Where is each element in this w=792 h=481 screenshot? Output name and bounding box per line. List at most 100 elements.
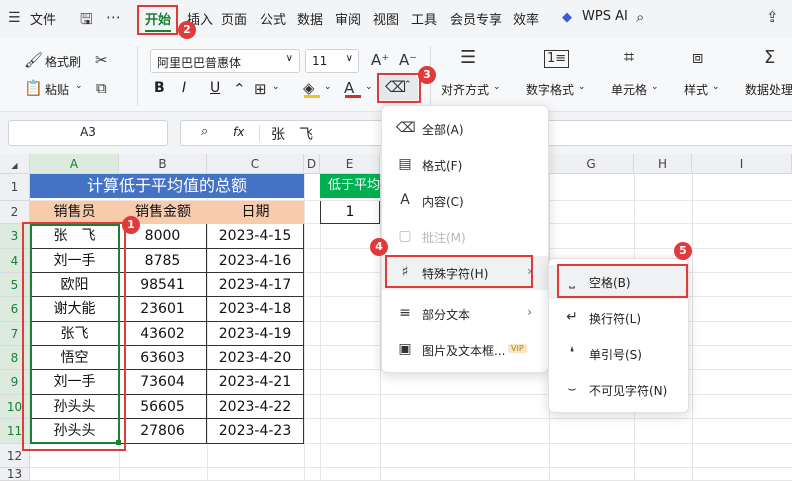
clear-all-item[interactable]: ⌫ 全部(A) xyxy=(382,112,548,146)
tab-view[interactable]: 视图 xyxy=(373,9,399,28)
image-icon: ▣ xyxy=(398,341,412,357)
cell-amount[interactable]: 43602 xyxy=(119,322,207,346)
clear-partial-text-item[interactable]: ≡ 部分文本 › xyxy=(382,297,548,331)
cell-amount[interactable]: 98541 xyxy=(119,273,207,297)
font-size-select[interactable]: 11 ∨ xyxy=(305,49,359,73)
align-button[interactable]: 对齐方式 xyxy=(441,81,489,98)
more-icon[interactable]: ⋯ xyxy=(106,9,121,25)
tab-tools[interactable]: 工具 xyxy=(411,9,437,28)
cell-amount[interactable]: 27806 xyxy=(119,419,207,444)
italic-button[interactable]: I xyxy=(182,80,186,96)
border-icon[interactable]: ⊞ xyxy=(254,81,267,97)
row-header-2[interactable]: 2 xyxy=(0,201,30,224)
column-header-d[interactable]: D xyxy=(304,154,320,174)
name-box[interactable]: A3 xyxy=(8,120,168,146)
row-header-1[interactable]: 1 xyxy=(0,174,30,201)
header-salesperson[interactable]: 销售员 xyxy=(30,201,119,224)
cell-amount[interactable]: 63603 xyxy=(119,346,207,370)
cell-date[interactable]: 2023-4-17 xyxy=(207,273,304,297)
wps-ai-icon: ◆ xyxy=(562,10,572,25)
column-header-h[interactable]: H xyxy=(634,154,692,174)
font-color-icon[interactable]: A xyxy=(344,80,354,96)
menu-file[interactable]: 文件 xyxy=(30,9,56,28)
cell-date[interactable]: 2023-4-23 xyxy=(207,419,304,444)
cell-amount[interactable]: 73604 xyxy=(119,370,207,395)
clear-invisible-item[interactable]: ⌣ 不可见字符(N) xyxy=(549,373,688,407)
cell-date[interactable]: 2023-4-15 xyxy=(207,224,304,249)
clear-format-item[interactable]: ▤ 格式(F) xyxy=(382,148,548,182)
save-icon[interactable]: 🖫 xyxy=(80,11,93,27)
fx-icon[interactable]: fx xyxy=(233,125,244,139)
cell-amount[interactable]: 56605 xyxy=(119,395,207,419)
data-process-button[interactable]: 数据处理 xyxy=(745,81,792,98)
cell-amount[interactable]: 23601 xyxy=(119,297,207,322)
quote-icon: ❛ xyxy=(569,345,575,361)
column-header-b[interactable]: B xyxy=(119,154,207,174)
annotation-badge-1: 1 xyxy=(122,216,140,234)
format-painter-icon: 🖌 xyxy=(24,51,44,69)
title-cell[interactable]: 计算低于平均值的总额 xyxy=(30,174,304,198)
copy-icon[interactable]: ⧉ xyxy=(96,80,107,96)
select-all-corner[interactable]: ◢ xyxy=(0,154,30,174)
cell-date[interactable]: 2023-4-20 xyxy=(207,346,304,370)
hamburger-icon[interactable]: ☰ xyxy=(8,10,21,26)
annotation-box-selection xyxy=(22,222,126,451)
header-date[interactable]: 日期 xyxy=(207,201,304,224)
cell-date[interactable]: 2023-4-21 xyxy=(207,370,304,395)
border-dropdown-icon[interactable]: ⌄ xyxy=(272,82,280,92)
style-dropdown-icon[interactable]: ⌄ xyxy=(712,82,720,92)
underline-button[interactable]: U xyxy=(210,80,220,96)
chevron-right-icon: › xyxy=(527,305,532,319)
cell-button[interactable]: 单元格 xyxy=(611,81,647,98)
number-format-button[interactable]: 数字格式 xyxy=(526,81,574,98)
clear-quote-item[interactable]: ❛ 单引号(S) xyxy=(549,337,688,371)
column-header-c[interactable]: C xyxy=(207,154,304,174)
zoom-icon[interactable]: ⌕ xyxy=(201,124,208,139)
font-name-select[interactable]: 阿里巴巴普惠体 ∨ xyxy=(150,49,300,73)
tab-page[interactable]: 页面 xyxy=(221,9,247,28)
format-painter-button[interactable]: 格式刷 xyxy=(45,53,81,70)
grid-col-line xyxy=(692,174,693,481)
column-header-a[interactable]: A xyxy=(30,154,119,174)
tab-formula[interactable]: 公式 xyxy=(260,9,286,28)
cell-date[interactable]: 2023-4-22 xyxy=(207,395,304,419)
column-header-i[interactable]: I xyxy=(692,154,792,174)
bold-button[interactable]: B xyxy=(154,80,165,96)
font-color-dropdown-icon[interactable]: ⌄ xyxy=(365,82,373,92)
fill-color-icon[interactable]: ◈ xyxy=(303,80,315,96)
fill-color-dropdown-icon[interactable]: ⌄ xyxy=(324,82,332,92)
tab-member[interactable]: 会员专享 xyxy=(450,9,502,28)
tab-efficiency[interactable]: 效率 xyxy=(513,9,539,28)
clear-content-item[interactable]: A 内容(C) xyxy=(382,184,548,218)
strikethrough-icon[interactable]: ⌃ xyxy=(233,81,246,97)
row-header-13[interactable]: 13 xyxy=(0,468,30,481)
increase-font-icon[interactable]: A⁺ xyxy=(371,52,389,68)
e1-cell[interactable]: 低于平均 xyxy=(320,174,380,198)
style-button[interactable]: 样式 xyxy=(684,81,708,98)
number-format-dropdown-icon[interactable]: ⌄ xyxy=(578,82,586,92)
search-icon[interactable]: ⌕ xyxy=(636,9,644,25)
e2-cell[interactable]: 1 xyxy=(320,201,380,224)
formula-value: 张 飞 xyxy=(271,127,313,143)
clear-partial-text-label: 部分文本 xyxy=(422,308,471,322)
tab-data[interactable]: 数据 xyxy=(297,9,323,28)
cell-dropdown-icon[interactable]: ⌄ xyxy=(651,82,659,92)
clear-newline-item[interactable]: ↵ 换行符(L) xyxy=(549,301,688,335)
align-dropdown-icon[interactable]: ⌄ xyxy=(493,82,501,92)
cell-date[interactable]: 2023-4-18 xyxy=(207,297,304,322)
cell-date[interactable]: 2023-4-16 xyxy=(207,249,304,273)
cloud-upload-icon[interactable]: ⇪ xyxy=(766,9,779,25)
chevron-down-icon: ∨ xyxy=(345,53,353,64)
wps-ai-button[interactable]: WPS AI xyxy=(582,9,628,24)
tab-review[interactable]: 审阅 xyxy=(335,9,361,28)
cell-date[interactable]: 2023-4-19 xyxy=(207,322,304,346)
column-header-e[interactable]: E xyxy=(320,154,380,174)
clear-all-label: 全部(A) xyxy=(422,123,464,137)
clear-images-item[interactable]: ▣ 图片及文本框... VIP xyxy=(382,333,548,367)
paste-dropdown-icon[interactable]: ⌄ xyxy=(75,81,83,91)
column-header-g[interactable]: G xyxy=(549,154,634,174)
cell-amount[interactable]: 8785 xyxy=(119,249,207,273)
paste-button[interactable]: 粘贴 xyxy=(45,81,69,98)
cut-icon[interactable]: ✂ xyxy=(95,52,108,68)
decrease-font-icon[interactable]: A⁻ xyxy=(399,52,417,68)
